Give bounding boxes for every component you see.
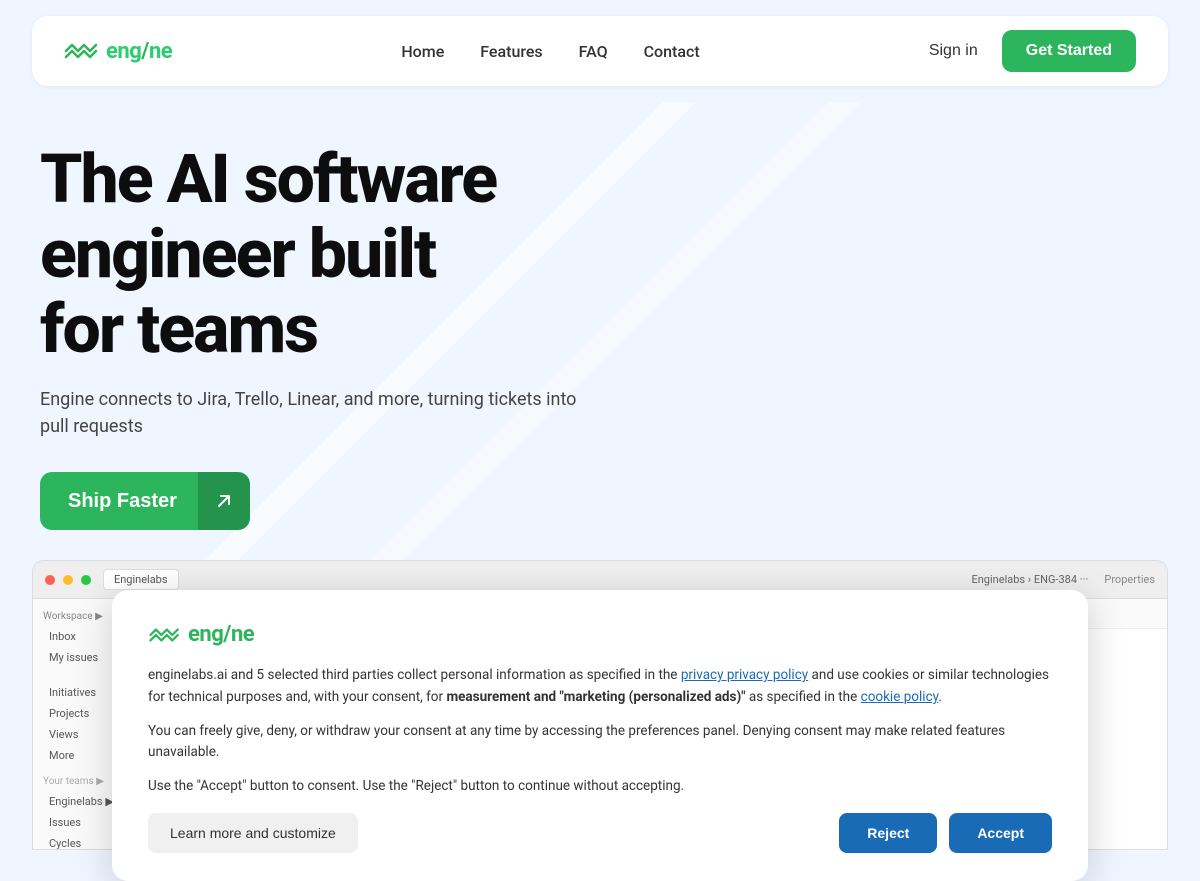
cookie-actions: Learn more and customize Reject Accept xyxy=(148,813,1052,853)
hero-title: The AI software engineer built for teams xyxy=(40,142,740,366)
nav-contact[interactable]: Contact xyxy=(644,42,700,61)
nav-home[interactable]: Home xyxy=(401,42,444,61)
logo[interactable]: eng/ne xyxy=(64,39,172,64)
get-started-button[interactable]: Get Started xyxy=(1002,30,1136,72)
nav-features[interactable]: Features xyxy=(480,42,542,61)
hero-section: The AI software engineer built for teams… xyxy=(0,102,1200,560)
browser-tab-enginelabs: Enginelabs xyxy=(103,569,179,590)
ship-faster-arrow-icon xyxy=(198,472,250,530)
browser-breadcrumb: Enginelabs › ENG-384 ··· xyxy=(971,573,1096,586)
nav-faq[interactable]: FAQ xyxy=(579,42,608,61)
cookie-banner: eng/ne enginelabs.ai and 5 selected thir… xyxy=(112,590,1088,881)
reject-button[interactable]: Reject xyxy=(839,813,937,853)
cookie-body-paragraph1: enginelabs.ai and 5 selected third parti… xyxy=(148,665,1052,708)
cookie-logo-text: eng/ne xyxy=(188,622,254,647)
sign-in-button[interactable]: Sign in xyxy=(929,42,978,60)
accept-button[interactable]: Accept xyxy=(949,813,1052,853)
cookie-body-paragraph2: You can freely give, deny, or withdraw y… xyxy=(148,721,1052,764)
logo-text: eng/ne xyxy=(106,39,172,64)
nav-links: Home Features FAQ Contact xyxy=(401,42,699,61)
hero-subtitle: Engine connects to Jira, Trello, Linear,… xyxy=(40,386,600,440)
cookie-right-buttons: Reject Accept xyxy=(839,813,1052,853)
privacy-policy-link[interactable]: privacy privacy policy xyxy=(681,667,808,683)
logo-icon xyxy=(64,40,100,62)
cookie-logo: eng/ne xyxy=(148,622,1052,647)
ship-faster-button[interactable]: Ship Faster xyxy=(40,472,250,530)
cookie-body-paragraph3: Use the "Accept" button to consent. Use … xyxy=(148,776,1052,798)
cookie-logo-icon xyxy=(148,625,182,645)
screenshot-section: Enginelabs Enginelabs › ENG-384 ··· Prop… xyxy=(32,560,1168,850)
arrow-icon xyxy=(214,491,234,511)
browser-dots xyxy=(45,570,95,589)
browser-tabs: Enginelabs xyxy=(103,569,964,590)
navbar: eng/ne Home Features FAQ Contact Sign in… xyxy=(32,16,1168,86)
browser-properties: Properties xyxy=(1104,573,1155,586)
nav-actions: Sign in Get Started xyxy=(929,30,1136,72)
cookie-policy-link[interactable]: cookie policy xyxy=(861,689,939,705)
learn-more-button[interactable]: Learn more and customize xyxy=(148,813,358,853)
